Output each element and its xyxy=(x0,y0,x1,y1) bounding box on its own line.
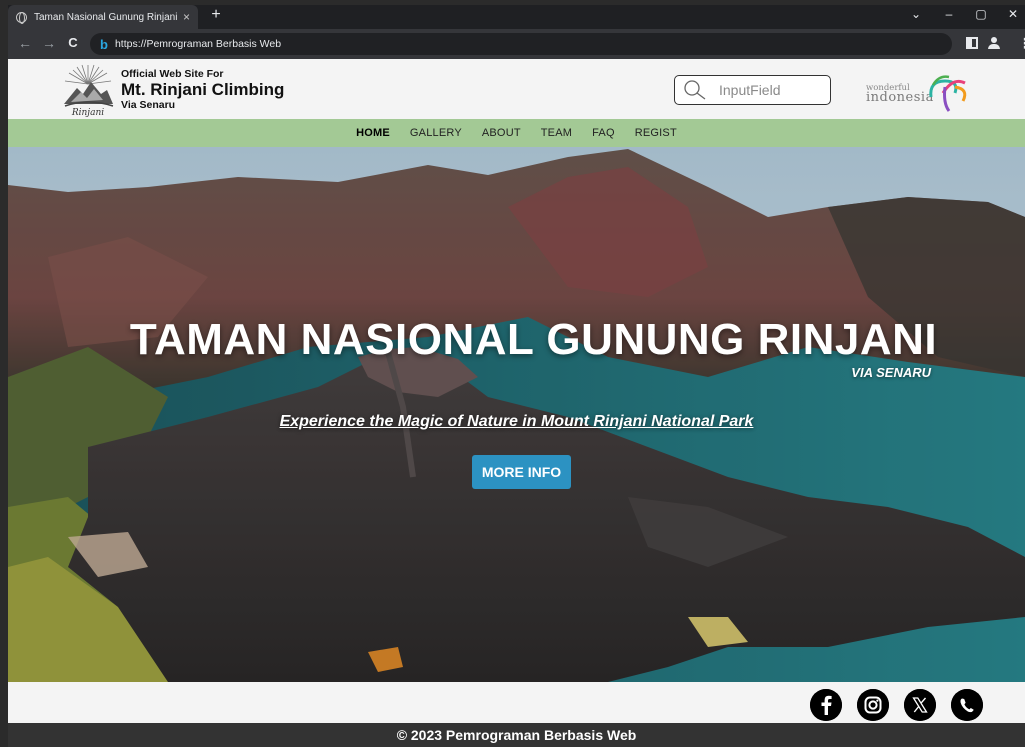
new-tab-button[interactable]: + xyxy=(206,6,226,24)
search-icon xyxy=(684,80,706,100)
tab-close-icon[interactable]: × xyxy=(183,10,190,24)
globe-icon xyxy=(16,11,27,24)
nav-about[interactable]: ABOUT xyxy=(482,127,521,139)
back-arrow-icon[interactable]: ← xyxy=(16,35,34,51)
maximize-button[interactable]: ▢ xyxy=(971,7,991,21)
brand-text: Official Web Site For Mt. Rinjani Climbi… xyxy=(121,68,284,111)
instagram-icon[interactable] xyxy=(857,689,889,721)
x-icon[interactable] xyxy=(904,689,936,721)
browser-menu-icon[interactable]: ⋮ xyxy=(1018,36,1025,50)
nav-faq[interactable]: FAQ xyxy=(592,127,615,139)
whatsapp-icon[interactable] xyxy=(951,689,983,721)
tab-search-icon[interactable]: ⌄ xyxy=(906,7,926,21)
hero-tagline: Experience the Magic of Nature in Mount … xyxy=(279,413,754,430)
footer-copyright: © 2023 Pemrograman Berbasis Web xyxy=(396,727,637,743)
website: Rinjani Official Web Site For Mt. Rinjan… xyxy=(8,59,1025,747)
side-panel-icon[interactable] xyxy=(966,37,978,49)
tab-title: Taman Nasional Gunung Rinjani xyxy=(34,11,177,23)
facebook-icon[interactable] xyxy=(810,689,842,721)
brand-line-1: Official Web Site For xyxy=(121,68,224,80)
browser-tab-bar: Taman Nasional Gunung Rinjani × + ⌄ – ▢ … xyxy=(8,5,1025,29)
nav-gallery[interactable]: GALLERY xyxy=(410,127,462,139)
rinjani-logo[interactable]: Rinjani xyxy=(61,62,115,118)
close-window-button[interactable]: ✕ xyxy=(1003,7,1023,21)
profile-icon[interactable] xyxy=(988,37,1000,49)
bing-icon: b xyxy=(100,36,108,52)
wonderful-swirl-icon xyxy=(929,75,967,112)
brand-title: Mt. Rinjani Climbing xyxy=(121,80,285,99)
nav-regist[interactable]: REGIST xyxy=(635,127,677,139)
forward-arrow-icon[interactable]: → xyxy=(40,35,58,51)
main-nav: HOME GALLERY ABOUT TEAM FAQ REGIST xyxy=(8,119,1025,147)
browser-toolbar: ← → C b https://Pemrograman Berbasis Web… xyxy=(8,29,1025,59)
nav-team[interactable]: TEAM xyxy=(541,127,572,139)
social-bar xyxy=(8,682,1025,723)
wonderful-indonesia-logo[interactable]: wonderful indonesia xyxy=(861,75,971,112)
partner-logo-line-2: indonesia xyxy=(866,90,934,105)
hero-subtitle: VIA SENARU xyxy=(851,365,931,380)
search-input[interactable] xyxy=(719,82,819,98)
minimize-button[interactable]: – xyxy=(939,7,959,21)
more-info-button[interactable]: MORE INFO xyxy=(472,455,571,489)
site-header: Rinjani Official Web Site For Mt. Rinjan… xyxy=(8,59,1025,119)
site-footer: © 2023 Pemrograman Berbasis Web xyxy=(8,723,1025,747)
browser-tab[interactable]: Taman Nasional Gunung Rinjani × xyxy=(8,5,198,29)
hero-section: TAMAN NASIONAL GUNUNG RINJANI VIA SENARU… xyxy=(8,147,1025,682)
nav-home[interactable]: HOME xyxy=(356,127,390,139)
url-text: https://Pemrograman Berbasis Web xyxy=(114,38,282,50)
hero-title: TAMAN NASIONAL GUNUNG RINJANI xyxy=(129,315,938,364)
search-box[interactable] xyxy=(674,75,831,105)
logo-text: Rinjani xyxy=(71,108,104,118)
brand-line-3: Via Senaru xyxy=(121,99,176,111)
address-bar[interactable]: b https://Pemrograman Berbasis Web xyxy=(90,33,952,55)
reload-icon[interactable]: C xyxy=(64,35,82,50)
